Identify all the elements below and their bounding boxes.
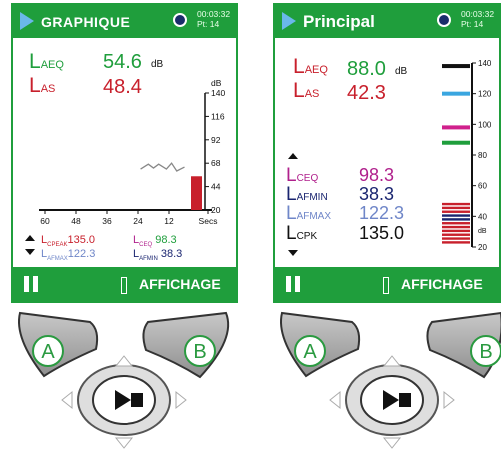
arrow-up-icon[interactable] [114,355,134,367]
arrow-down-icon[interactable] [382,437,402,449]
arrow-left-icon[interactable] [329,390,341,410]
dpad-right[interactable] [329,355,455,449]
button-b-label: B [193,341,206,363]
softkey-a-left[interactable]: A [18,311,99,378]
arrow-right-icon[interactable] [175,390,187,410]
dpad-left[interactable] [61,355,187,449]
arrow-right-icon[interactable] [443,390,455,410]
softkey-b-right[interactable]: B [426,311,501,379]
softkey-a-right[interactable]: A [280,311,361,378]
softkey-b-left[interactable]: B [142,311,230,379]
button-b-label: B [479,341,492,363]
arrow-up-icon[interactable] [382,355,402,367]
arrow-left-icon[interactable] [61,390,73,410]
button-a-label: A [303,341,317,363]
stop-icon [131,393,143,407]
arrow-down-icon[interactable] [114,437,134,449]
stop-icon [399,393,411,407]
button-a-label: A [41,341,55,363]
device-controls: A B A B [18,311,501,449]
